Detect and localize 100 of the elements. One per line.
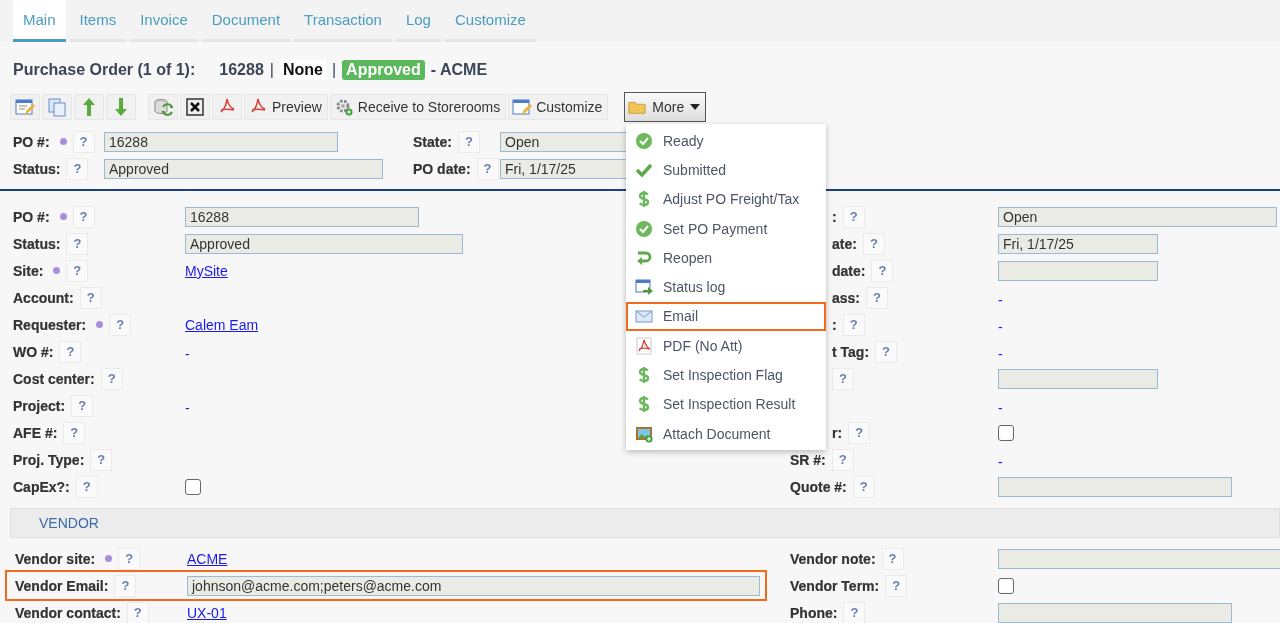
up-arrow-button[interactable]	[74, 94, 104, 120]
help-button[interactable]: ?	[72, 130, 95, 153]
link[interactable]: -	[998, 319, 1003, 335]
field-label: Vendor note:	[790, 550, 876, 567]
text-field[interactable]: Approved	[185, 233, 463, 254]
help-button[interactable]: ?	[114, 574, 137, 597]
tab[interactable]: Items	[69, 0, 127, 42]
text-field[interactable]: 16288	[104, 131, 338, 152]
menu-item[interactable]: Reopen	[626, 243, 826, 273]
separator: |	[331, 61, 337, 79]
link[interactable]: ACME	[187, 550, 228, 567]
field-label: WO #:	[13, 343, 54, 360]
tab[interactable]: Transaction	[294, 0, 392, 42]
link[interactable]: -	[998, 400, 1003, 416]
copy-button[interactable]	[42, 94, 72, 120]
help-button[interactable]: ?	[66, 232, 89, 255]
field-label: Status:	[13, 160, 61, 177]
menu-item[interactable]: Email	[626, 301, 826, 332]
down-arrow-button[interactable]	[106, 94, 136, 120]
help-button[interactable]: ?	[72, 205, 95, 228]
menu-item[interactable]: Attach Document	[626, 418, 826, 449]
field-label: Cost center:	[13, 370, 95, 387]
field-label: PO #:	[13, 208, 50, 225]
window-arrow-icon	[635, 278, 653, 297]
help-button[interactable]: ?	[63, 421, 86, 444]
customize-button[interactable]: Customize	[508, 94, 609, 120]
help-button[interactable]: ?	[875, 340, 898, 363]
text-field[interactable]: Approved	[104, 158, 383, 179]
edit-button[interactable]	[10, 94, 40, 120]
help-button[interactable]: ?	[852, 475, 875, 498]
help-button[interactable]: ?	[862, 232, 885, 255]
help-button[interactable]: ?	[842, 205, 865, 228]
help-button[interactable]: ?	[457, 130, 480, 153]
help-button[interactable]: ?	[885, 574, 908, 597]
help-button[interactable]: ?	[848, 421, 871, 444]
receive-button[interactable]: Receive to Storerooms	[329, 94, 507, 120]
more-button[interactable]: More	[624, 92, 707, 122]
tab[interactable]: Log	[395, 0, 441, 42]
help-button[interactable]: ?	[100, 367, 123, 390]
help-button[interactable]: ?	[843, 601, 866, 623]
link[interactable]: UX-01	[187, 604, 227, 621]
tab[interactable]: Main	[13, 0, 66, 42]
menu-item[interactable]: Adjust PO Freight/Tax	[626, 184, 826, 214]
help-button[interactable]: ?	[881, 547, 904, 570]
field-label: SR #:	[790, 451, 826, 468]
help-button[interactable]: ?	[866, 286, 889, 309]
link[interactable]: Calem Eam	[185, 316, 259, 333]
help-button[interactable]: ?	[66, 259, 89, 282]
text-field[interactable]	[998, 602, 1232, 623]
link[interactable]: -	[998, 454, 1003, 470]
text-field[interactable]: 16288	[185, 206, 419, 227]
link[interactable]: -	[185, 400, 190, 416]
tab[interactable]: Document	[201, 0, 291, 42]
help-button[interactable]: ?	[832, 367, 854, 390]
text-field[interactable]	[998, 548, 1280, 569]
help-button[interactable]: ?	[842, 313, 865, 336]
field-label: date:	[832, 262, 866, 279]
help-button[interactable]: ?	[831, 448, 854, 471]
check-circle-icon	[635, 219, 653, 238]
tab[interactable]: Invoice	[130, 0, 198, 42]
help-button[interactable]: ?	[75, 475, 98, 498]
checkbox[interactable]	[998, 577, 1014, 594]
text-field[interactable]	[998, 260, 1158, 281]
help-button[interactable]: ?	[109, 313, 132, 336]
section-header[interactable]: VENDOR	[10, 508, 1280, 538]
help-button[interactable]: ?	[79, 286, 102, 309]
text-field[interactable]	[998, 368, 1158, 389]
caret-icon	[690, 104, 701, 110]
text-field[interactable]: Open	[998, 206, 1277, 227]
tab[interactable]: Customize	[444, 0, 536, 42]
checkbox[interactable]	[185, 478, 201, 495]
help-button[interactable]: ?	[71, 394, 94, 417]
link[interactable]: -	[998, 346, 1003, 362]
help-button[interactable]: ?	[59, 340, 82, 363]
menu-item[interactable]: Set Inspection Result	[626, 389, 826, 419]
help-button[interactable]: ?	[66, 157, 89, 180]
text-field[interactable]	[998, 476, 1232, 497]
menu-item[interactable]: Set PO Payment	[626, 213, 826, 244]
menu-item[interactable]: PDF (No Att)	[626, 331, 826, 361]
menu-item[interactable]: Set Inspection Flag	[626, 360, 826, 390]
link[interactable]: -	[998, 292, 1003, 308]
field-label: ate:	[832, 235, 857, 252]
preview-button[interactable]: Preview	[244, 94, 328, 120]
checkbox[interactable]	[998, 424, 1014, 441]
close-button[interactable]	[180, 94, 210, 120]
pdf-button[interactable]	[212, 94, 242, 120]
state-label: None	[279, 60, 326, 80]
field-label: State:	[413, 133, 452, 150]
link[interactable]: MySite	[185, 262, 228, 279]
menu-item[interactable]: Status log	[626, 272, 826, 302]
help-button[interactable]: ?	[476, 157, 499, 180]
link[interactable]: -	[185, 346, 190, 362]
check-circle-icon	[635, 131, 653, 150]
help-button[interactable]: ?	[126, 601, 149, 623]
help-button[interactable]: ?	[871, 259, 894, 282]
text-field[interactable]: johnson@acme.com;peters@acme.com	[187, 575, 760, 596]
help-button[interactable]: ?	[90, 448, 113, 471]
text-field[interactable]: Fri, 1/17/25	[998, 233, 1158, 254]
field-label: Requester:	[13, 316, 87, 333]
help-button[interactable]: ?	[118, 547, 141, 570]
